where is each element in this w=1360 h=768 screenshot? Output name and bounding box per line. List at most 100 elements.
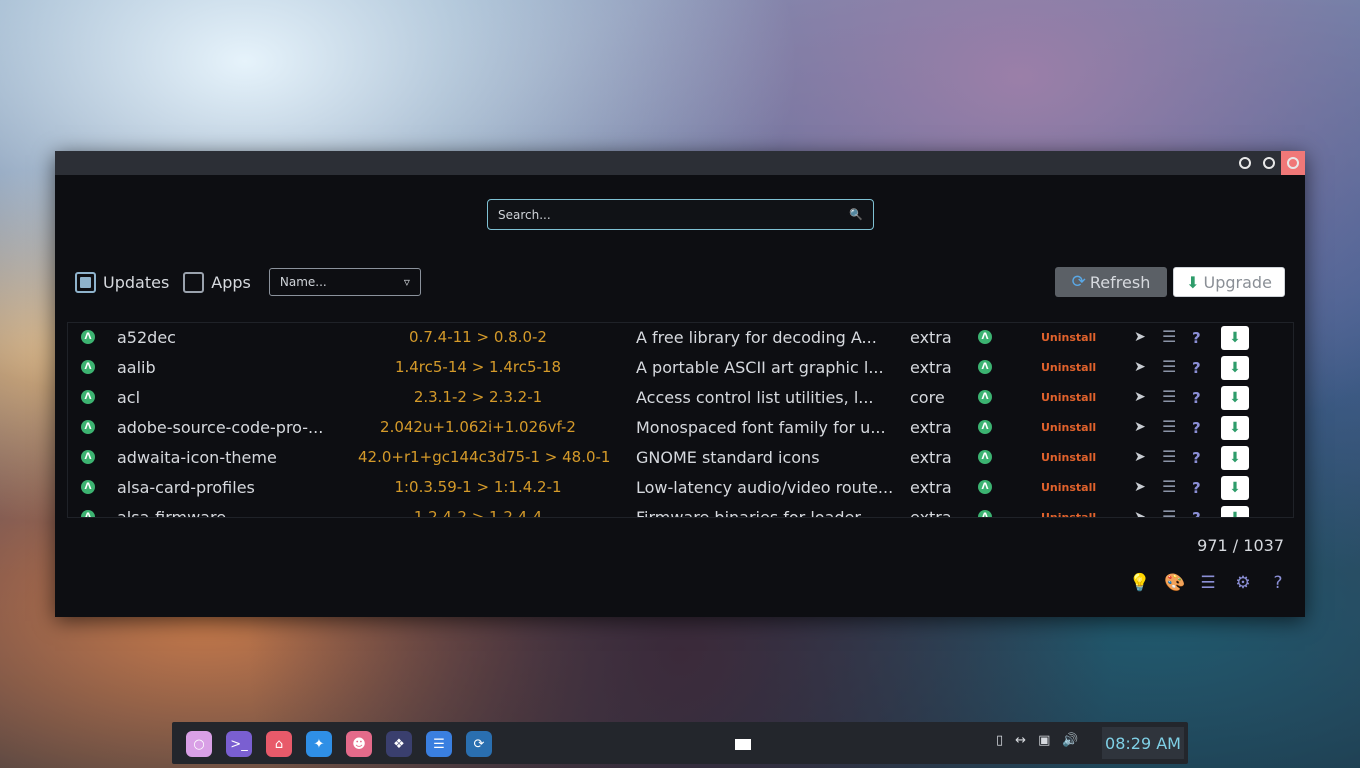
package-version: 42.0+r1+gc144c3d75-1 > 48.0-1 [358,448,611,466]
package-help-icon[interactable]: ? [1192,389,1201,407]
installed-status-icon: Λ [978,450,992,464]
maximize-icon [1263,157,1275,169]
clock[interactable]: 08:29 AM [1102,727,1184,759]
table-row[interactable]: Λadobe-source-code-pro-... 2.042u+1.062i+… [68,413,1293,443]
package-version: 2.042u+1.062i+1.026vf-2 [380,418,576,436]
package-help-icon[interactable]: ? [1192,329,1201,347]
ignore-pin-icon[interactable]: ➤ [1134,359,1146,375]
details-menu-icon[interactable]: ☰ [1162,417,1176,436]
table-row[interactable]: Λalsa-card-profiles 1:0.3.59-1 > 1:1.4.2-… [68,473,1293,503]
details-menu-icon[interactable]: ☰ [1162,477,1176,496]
package-help-icon[interactable]: ? [1192,479,1201,497]
wallpaper-icon[interactable]: ▣ [1038,733,1050,748]
search-box[interactable]: 🔍 [487,199,874,230]
installed-status-icon: Λ [978,420,992,434]
table-row[interactable]: Λacl 2.3.1-2 > 2.3.2-1 Access control list… [68,383,1293,413]
network-status-icon[interactable]: ↔ [1015,733,1026,748]
search-input[interactable] [498,207,850,222]
package-name: adobe-source-code-pro-... [117,418,324,437]
table-row[interactable]: Λa52dec 0.7.4-11 > 0.8.0-2 A free library … [68,323,1293,353]
ignore-pin-icon[interactable]: ➤ [1134,449,1146,465]
download-icon: ⬇ [1229,450,1241,466]
download-icon: ⬇ [1186,272,1200,292]
home-icon[interactable]: ⌂ [266,731,292,757]
ignore-pin-icon[interactable]: ➤ [1134,479,1146,495]
package-repo: extra [910,448,952,467]
terminal-icon[interactable]: >_ [226,731,252,757]
close-icon [1287,157,1299,169]
user-icon[interactable]: ☻ [346,731,372,757]
maximize-button[interactable] [1257,151,1281,175]
ignore-pin-icon[interactable]: ➤ [1134,509,1146,517]
package-description: Access control list utilities, l... [636,388,874,407]
title-bar[interactable] [55,151,1305,175]
table-row[interactable]: Λalsa-firmware 1.2.4-2 > 1.2.4-4 Firmware … [68,503,1293,518]
download-button[interactable]: ⬇ [1221,386,1249,410]
check-mark-icon [80,276,91,288]
ignore-pin-icon[interactable]: ➤ [1134,389,1146,405]
search-icon[interactable]: 🔍 [849,208,863,221]
browser-icon[interactable]: ✦ [306,731,332,757]
taskbar: ○ >_ ⌂ ✦ ☻ ❖ ☰ ⟳ ▯ ↔ ▣ 🔊 08:29 AM [172,722,1188,764]
palette-icon[interactable]: 🎨 [1164,573,1185,593]
download-icon: ⬇ [1229,390,1241,406]
gear-icon[interactable]: ⚙ [1234,573,1252,593]
apps-checkbox[interactable] [183,271,205,293]
close-button[interactable] [1281,151,1305,175]
lightbulb-icon[interactable]: 💡 [1129,573,1150,593]
details-menu-icon[interactable]: ☰ [1162,357,1176,376]
details-menu-icon[interactable]: ☰ [1162,387,1176,406]
download-button[interactable]: ⬇ [1221,506,1249,517]
package-help-icon[interactable]: ? [1192,449,1201,467]
uninstall-button[interactable]: Uninstall [1041,511,1096,517]
package-help-icon[interactable]: ? [1192,419,1201,437]
package-help-icon[interactable]: ? [1192,509,1201,517]
uninstall-button[interactable]: Uninstall [1041,361,1096,374]
table-row[interactable]: Λadwaita-icon-theme 42.0+r1+gc144c3d75-1 … [68,443,1293,473]
updates-label[interactable]: Updates [103,273,169,292]
package-help-icon[interactable]: ? [1192,359,1201,377]
download-button[interactable]: ⬇ [1221,446,1249,470]
package-version: 1.2.4-2 > 1.2.4-4 [413,508,543,518]
details-menu-icon[interactable]: ☰ [1162,507,1176,517]
ignore-pin-icon[interactable]: ➤ [1134,419,1146,435]
download-button[interactable]: ⬇ [1221,326,1249,350]
help-icon[interactable]: ? [1269,573,1287,593]
details-menu-icon[interactable]: ☰ [1162,447,1176,466]
menu-icon[interactable]: ☰ [1199,573,1217,593]
ignore-pin-icon[interactable]: ➤ [1134,329,1146,345]
show-desktop-button[interactable] [735,739,751,750]
apps-label[interactable]: Apps [211,273,251,292]
download-icon: ⬇ [1229,330,1241,346]
name-filter-placeholder: Name... [279,275,327,289]
network-icon[interactable]: ❖ [386,731,412,757]
uninstall-button[interactable]: Uninstall [1041,481,1096,494]
update-status-icon: Λ [81,360,95,374]
uninstall-button[interactable]: Uninstall [1041,451,1096,464]
refresh-button[interactable]: ⟳ Refresh [1055,267,1167,297]
uninstall-button[interactable]: Uninstall [1041,421,1096,434]
download-button[interactable]: ⬇ [1221,476,1249,500]
updates-checkbox[interactable] [75,271,96,293]
package-repo: core [910,388,945,407]
download-button[interactable]: ⬇ [1221,356,1249,380]
update-icon[interactable]: ⟳ [466,731,492,757]
battery-icon[interactable]: ▯ [996,733,1003,748]
volume-icon[interactable]: 🔊 [1062,733,1078,748]
package-description: A free library for decoding A... [636,328,877,347]
uninstall-button[interactable]: Uninstall [1041,391,1096,404]
upgrade-button[interactable]: ⬇ Upgrade [1173,267,1285,297]
download-button[interactable]: ⬇ [1221,416,1249,440]
launcher-icon[interactable]: ○ [186,731,212,757]
footer-toolbar: 💡 🎨 ☰ ⚙ ? [1129,573,1287,593]
package-repo: extra [910,358,952,377]
settings-toggle-icon[interactable]: ☰ [426,731,452,757]
minimize-button[interactable] [1233,151,1257,175]
uninstall-button[interactable]: Uninstall [1041,331,1096,344]
details-menu-icon[interactable]: ☰ [1162,327,1176,346]
download-icon: ⬇ [1229,480,1241,496]
system-tray: ▯ ↔ ▣ 🔊 [996,733,1079,748]
name-filter-input[interactable]: Name... ▿ [268,268,421,296]
table-row[interactable]: Λaalib 1.4rc5-14 > 1.4rc5-18 A portable AS… [68,353,1293,383]
package-table[interactable]: Λa52dec 0.7.4-11 > 0.8.0-2 A free library … [67,322,1294,518]
